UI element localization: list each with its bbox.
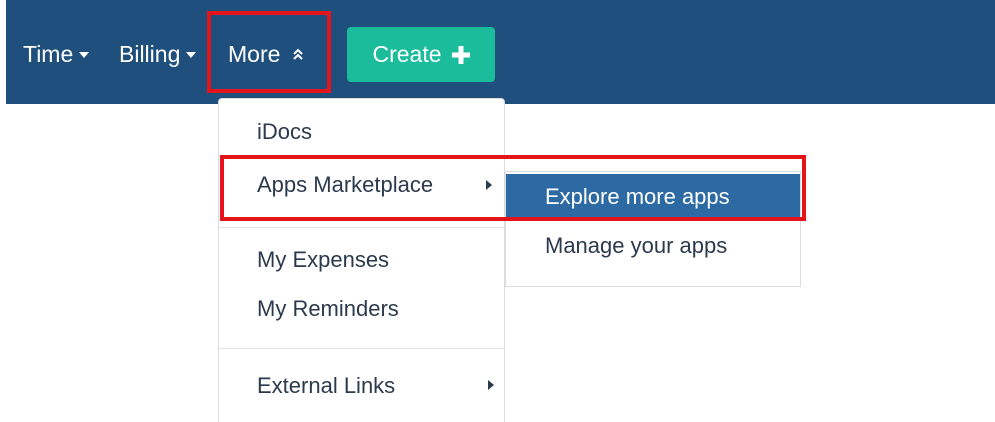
nav-time-label: Time [23,40,74,67]
menu-divider [219,227,504,228]
caret-down-icon [79,52,90,58]
top-navbar: Time Billing More Create [6,0,995,104]
caret-down-icon [186,52,197,58]
nav-billing[interactable]: Billing [119,38,197,70]
menu-item-my-expenses[interactable]: My Expenses [257,245,389,275]
more-dropdown-menu: iDocs Apps Marketplace My Expenses My Re… [218,98,505,422]
menu-item-idocs[interactable]: iDocs [257,117,312,147]
create-button[interactable]: Create [347,27,495,82]
nav-time[interactable]: Time [23,38,90,70]
annotation-box-apps-marketplace [220,155,806,221]
annotation-box-more [207,11,331,93]
submenu-item-manage-your-apps[interactable]: Manage your apps [545,231,727,261]
menu-item-my-reminders[interactable]: My Reminders [257,294,399,324]
plus-icon [451,45,470,64]
menu-item-external-links[interactable]: External Links [257,371,395,401]
page: Time Billing More Create iDocs Apps Mark… [0,0,995,422]
caret-right-icon [488,380,494,390]
menu-divider [219,348,504,349]
nav-billing-label: Billing [119,40,181,67]
create-button-label: Create [372,41,442,67]
